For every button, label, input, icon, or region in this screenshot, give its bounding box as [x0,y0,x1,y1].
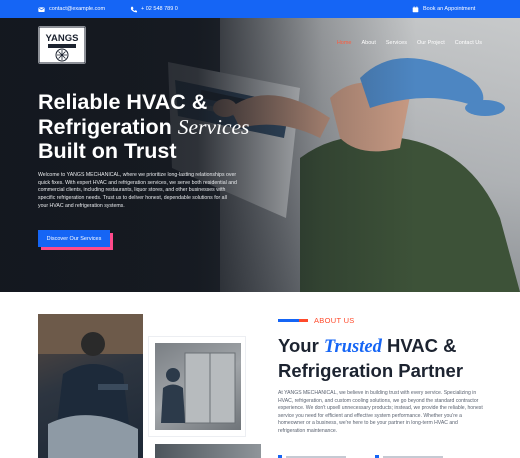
equipment-photo [155,444,261,458]
nav-services[interactable]: Services [386,40,407,46]
main-navigation: Home About Services Our Project Contact … [337,40,482,46]
calendar-icon [412,5,419,12]
email-text: contact@example.com [49,6,106,12]
about-title-line2: Refrigeration Partner [278,360,464,381]
feature-text-placeholder [286,455,346,458]
nav-home[interactable]: Home [337,40,352,46]
top-contact-bar: contact@example.com + 02 548 789 0 Book … [0,0,520,18]
about-title-part2: HVAC & [381,335,457,356]
about-title-part1: Your [278,335,324,356]
nav-contact-us[interactable]: Contact Us [455,40,482,46]
about-tag-text: ABOUT US [314,316,355,325]
phone-icon [130,6,137,12]
about-us-tag: ABOUT US [278,316,355,325]
phone-text: + 02 548 789 0 [141,6,178,12]
about-description: At YANGS MECHANICAL, we believe in build… [278,390,483,434]
feature-text-placeholder [383,455,443,458]
nav-our-project[interactable]: Our Project [417,40,445,46]
about-title: Your Trusted HVAC & Refrigeration Partne… [278,334,508,382]
hero-section: YANGS Home About Services Our Project Co… [0,18,520,292]
svg-text:YANGS: YANGS [46,33,79,44]
nav-about[interactable]: About [361,40,375,46]
mail-icon [38,6,45,12]
appointment-text: Book an Appointment [423,6,476,12]
book-appointment-link[interactable]: Book an Appointment [412,0,475,18]
hero-title-line2: Refrigeration [38,114,178,139]
logo-emblem-icon: YANGS [38,26,86,64]
email-contact[interactable]: contact@example.com [38,0,105,18]
hero-title-line1: Reliable HVAC & [38,90,208,114]
discover-services-button[interactable]: Discover Our Services [38,230,110,247]
hero-title-script: Services [177,114,250,139]
tag-accent-bar [278,319,308,322]
about-section: ABOUT US Your Trusted HVAC & Refrigerati… [0,292,520,458]
hero-description: Welcome to YANGS MECHANICAL, where we pr… [38,172,237,209]
about-title-script: Trusted [323,337,382,357]
hero-title-line3: Built on Trust [38,139,177,163]
company-logo[interactable]: YANGS [38,26,86,64]
walk-in-cooler-photo [155,343,241,430]
technician-photo [38,314,143,458]
hero-title: Reliable HVAC & Refrigeration Services B… [38,90,298,164]
phone-contact[interactable]: + 02 548 789 0 [130,0,178,18]
